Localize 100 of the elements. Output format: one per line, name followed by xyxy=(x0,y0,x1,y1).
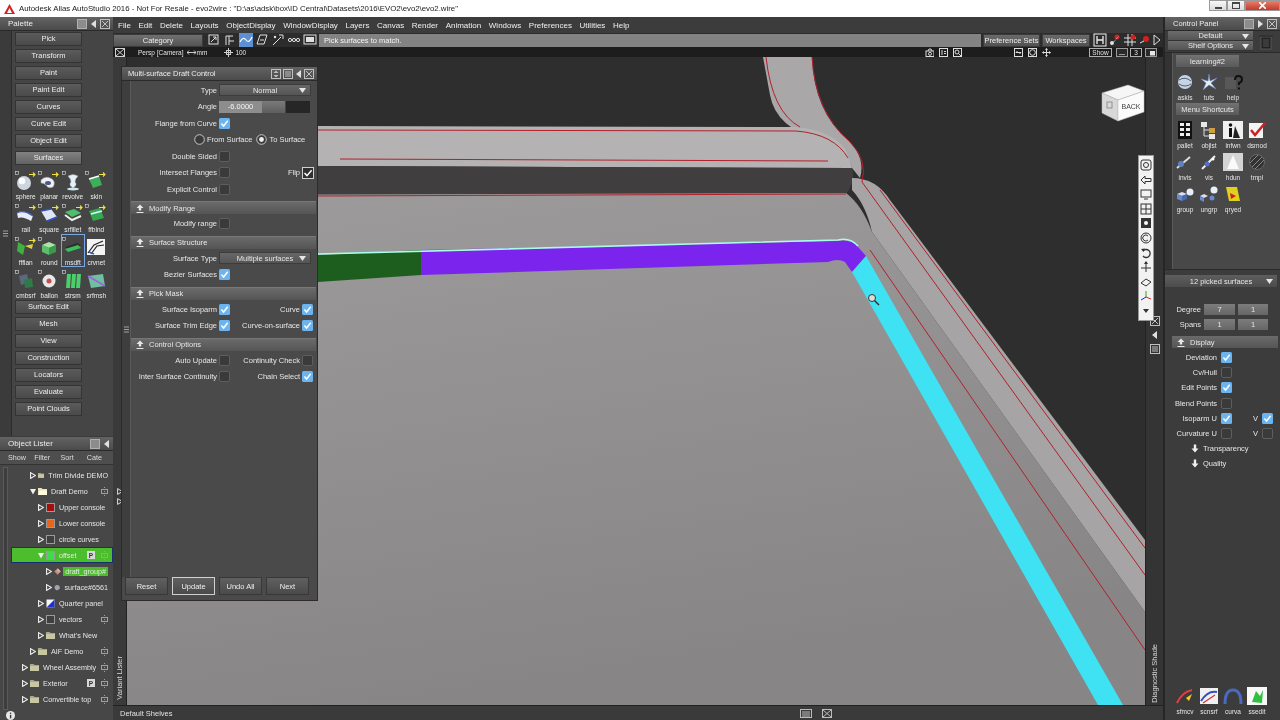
menu-item[interactable]: File xyxy=(118,20,131,30)
checkbox[interactable] xyxy=(302,303,313,315)
disclosure-arrow-icon[interactable] xyxy=(38,535,44,543)
checkbox[interactable] xyxy=(219,303,230,315)
skewed-frame-icon[interactable] xyxy=(255,33,269,47)
move-icon[interactable] xyxy=(1140,261,1152,274)
menu-item[interactable]: Layers xyxy=(345,20,370,30)
circle-frame-icon[interactable] xyxy=(1028,47,1037,57)
bracket-icon[interactable] xyxy=(1093,33,1107,47)
window-icon[interactable] xyxy=(1116,47,1128,57)
checkbox[interactable] xyxy=(1221,367,1232,379)
camera-icon[interactable] xyxy=(925,47,934,57)
grid-dot-icon[interactable] xyxy=(1123,33,1137,47)
info-icon[interactable] xyxy=(6,710,15,720)
checkbox[interactable] xyxy=(1262,412,1273,424)
layer-toggle-icon[interactable] xyxy=(101,678,108,688)
disclosure-arrow-icon[interactable] xyxy=(30,487,36,495)
grid-icon[interactable] xyxy=(1140,202,1152,215)
panel-icon[interactable] xyxy=(939,47,948,57)
collapse-arrow-icon[interactable] xyxy=(103,438,110,449)
list-icon[interactable] xyxy=(1149,344,1160,354)
checkbox[interactable] xyxy=(219,269,230,281)
checkbox[interactable] xyxy=(302,320,313,332)
layer-toggle-icon[interactable] xyxy=(101,694,108,704)
axes-icon[interactable] xyxy=(1140,290,1152,303)
section-arrow-icon[interactable] xyxy=(136,238,144,247)
grip-icon[interactable] xyxy=(3,230,8,237)
dock-icon[interactable] xyxy=(1244,18,1254,29)
menu-item[interactable]: Animation xyxy=(445,20,482,30)
section-arrow-icon[interactable] xyxy=(1191,444,1199,454)
layer-toggle-icon[interactable] xyxy=(101,662,108,672)
section-arrow-icon[interactable] xyxy=(136,340,144,349)
checkbox[interactable] xyxy=(219,183,230,195)
disclosure-arrow-icon[interactable] xyxy=(38,631,44,639)
section-arrow-icon[interactable] xyxy=(136,289,144,298)
sort-icon[interactable] xyxy=(271,68,281,79)
play-arrow-icon[interactable] xyxy=(1153,34,1161,46)
menu-item[interactable]: Help xyxy=(612,20,630,30)
checkbox[interactable] xyxy=(219,218,230,230)
section-arrow-icon[interactable] xyxy=(1177,337,1185,347)
branch-icon[interactable] xyxy=(223,33,237,47)
checkbox[interactable] xyxy=(1221,412,1232,424)
monitor-icon[interactable] xyxy=(1140,188,1152,201)
zoom-icon[interactable] xyxy=(953,47,962,57)
disclosure-arrow-icon[interactable] xyxy=(38,503,44,511)
ring-icon[interactable] xyxy=(1140,231,1152,244)
menu-item[interactable]: ObjectDisplay xyxy=(226,20,276,30)
move-arrows-icon[interactable] xyxy=(1042,47,1051,57)
list-icon[interactable] xyxy=(800,708,812,718)
scrollbar[interactable] xyxy=(1165,53,1173,269)
close-button[interactable] xyxy=(1245,0,1280,11)
collapse-arrow-icon[interactable] xyxy=(90,18,97,29)
maximize-button[interactable] xyxy=(1227,0,1245,11)
disclosure-arrow-icon[interactable] xyxy=(22,695,28,703)
menu-item[interactable]: Edit xyxy=(138,20,153,30)
menu-item[interactable]: Windows xyxy=(488,20,522,30)
close-icon[interactable] xyxy=(115,47,125,57)
collapse-arrow-icon[interactable] xyxy=(295,68,302,79)
checkbox[interactable] xyxy=(219,150,230,162)
checkbox[interactable] xyxy=(219,117,230,129)
frame-icon[interactable] xyxy=(207,33,221,47)
menu-item[interactable]: Canvas xyxy=(377,20,405,30)
checkbox[interactable] xyxy=(219,371,230,383)
undo-icon[interactable] xyxy=(1140,246,1152,259)
collapse-arrow-icon[interactable] xyxy=(1151,330,1158,340)
menu-item[interactable]: Delete xyxy=(159,20,183,30)
checkbox[interactable] xyxy=(302,354,313,366)
disclosure-arrow-icon[interactable] xyxy=(38,615,44,623)
layer-toggle-icon[interactable] xyxy=(101,614,108,624)
dock-icon[interactable] xyxy=(77,18,87,29)
monitor-icon[interactable] xyxy=(303,33,317,47)
layer-toggle-icon[interactable] xyxy=(101,486,108,496)
menu-item[interactable]: Render xyxy=(411,20,439,30)
scrollbar[interactable] xyxy=(3,467,8,710)
disclosure-arrow-icon[interactable] xyxy=(30,647,36,655)
menu-item[interactable]: Utilities xyxy=(579,20,606,30)
focus-frame-icon[interactable] xyxy=(1140,159,1152,171)
disclosure-arrow-icon[interactable] xyxy=(46,583,52,591)
fit-icon[interactable] xyxy=(1014,47,1023,57)
menu-item[interactable]: Preferences xyxy=(528,20,572,30)
checkbox[interactable] xyxy=(219,354,230,366)
disclosure-arrow-icon[interactable] xyxy=(30,471,36,479)
disclosure-arrow-icon[interactable] xyxy=(38,599,44,607)
checkbox[interactable] xyxy=(1221,397,1232,409)
checkbox[interactable] xyxy=(302,371,313,383)
menu-item[interactable]: Layouts xyxy=(190,20,219,30)
checkbox[interactable] xyxy=(219,320,230,332)
checkbox[interactable] xyxy=(1262,428,1273,440)
grip-icon[interactable] xyxy=(123,325,129,333)
snap-icon[interactable] xyxy=(271,33,285,47)
checkbox[interactable] xyxy=(1221,382,1232,394)
section-arrow-icon[interactable] xyxy=(1191,459,1199,469)
close-icon[interactable] xyxy=(822,708,832,718)
slider-fill[interactable] xyxy=(262,100,286,113)
checkbox[interactable] xyxy=(1221,352,1232,364)
dot-square-icon[interactable] xyxy=(1140,217,1152,230)
menu-item[interactable]: WindowDisplay xyxy=(283,20,338,30)
minimize-button[interactable] xyxy=(1209,0,1227,11)
checkbox[interactable] xyxy=(219,167,230,179)
disclosure-arrow-icon[interactable] xyxy=(22,679,28,687)
